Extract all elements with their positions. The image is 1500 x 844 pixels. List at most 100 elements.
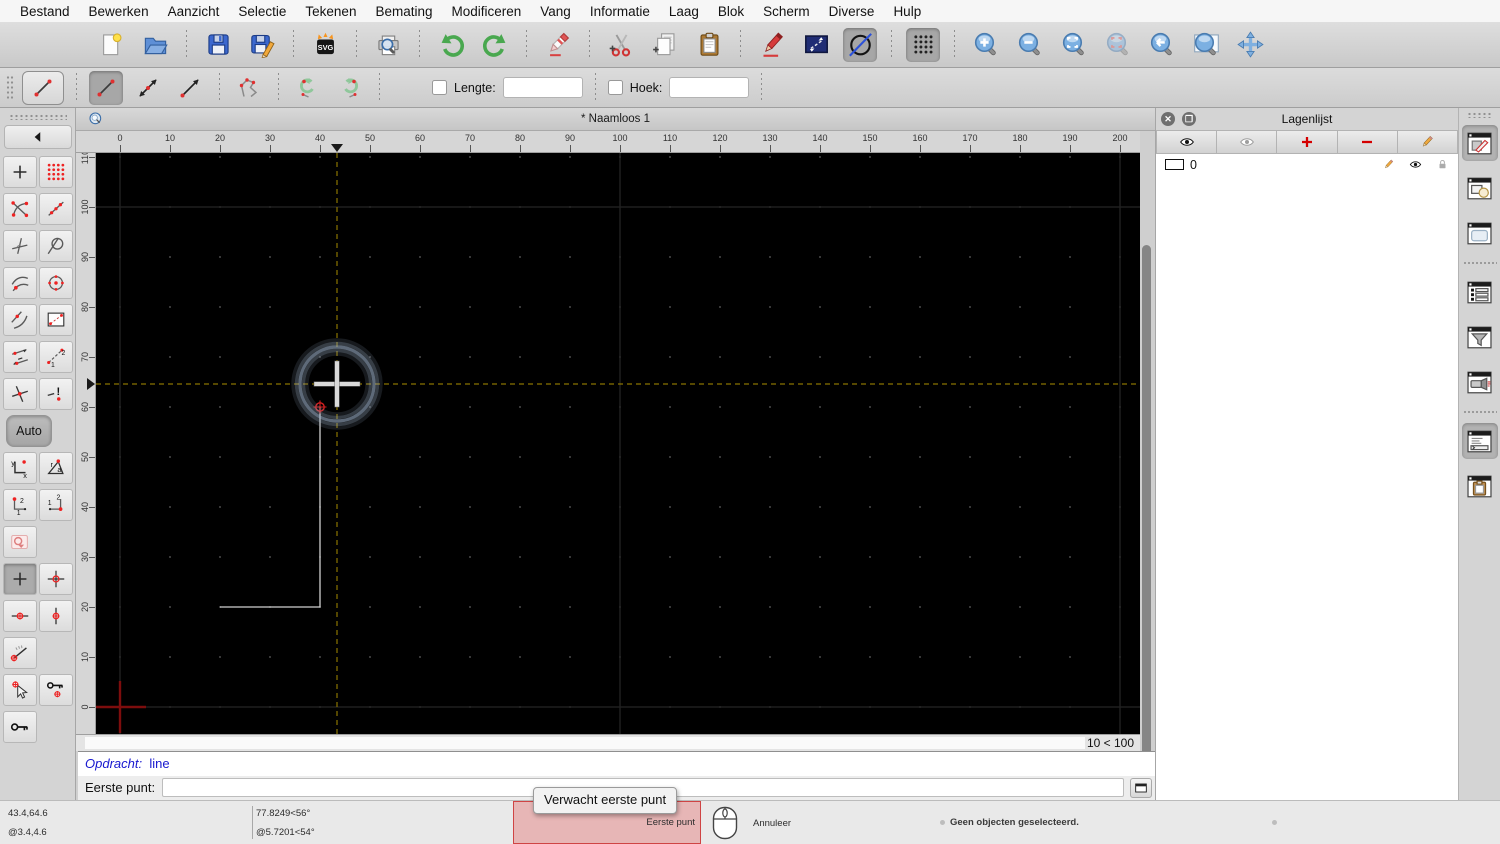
layer-row[interactable]: 0	[1156, 154, 1458, 175]
undo-segment-button[interactable]	[291, 71, 325, 105]
new-document-button[interactable]	[94, 28, 128, 62]
close-panel-button[interactable]: ✕	[1161, 112, 1175, 126]
menu-scherm[interactable]: Scherm	[763, 4, 810, 19]
zoom-out-button[interactable]	[1013, 28, 1047, 62]
snap-intersection-button[interactable]	[3, 378, 37, 410]
set-relative-zero-button[interactable]	[39, 563, 73, 595]
edit-layer-icon[interactable]	[1382, 158, 1395, 171]
snap-tangent-button[interactable]	[39, 230, 73, 262]
lock-zero-button[interactable]	[3, 711, 37, 743]
toggle-library-browser-button[interactable]	[1462, 215, 1498, 251]
menu-diverse[interactable]: Diverse	[829, 4, 875, 19]
copy-button[interactable]	[648, 28, 682, 62]
restrict-orthogonal-yx-button[interactable]: 12	[3, 489, 37, 521]
infinite-line-button[interactable]	[131, 71, 165, 105]
zoom-previous-button[interactable]	[1145, 28, 1179, 62]
polyline-mode-button[interactable]	[232, 71, 266, 105]
menu-bemating[interactable]: Bemating	[375, 4, 432, 19]
menu-modificeren[interactable]: Modificeren	[452, 4, 522, 19]
toggle-view-options-button[interactable]	[1462, 364, 1498, 400]
svg-export-button[interactable]: SVG	[308, 28, 342, 62]
toolbar-drag-handle[interactable]	[6, 74, 14, 101]
restrict-vertical-button[interactable]	[39, 600, 73, 632]
paste-button[interactable]	[692, 28, 726, 62]
layer-lock-icon[interactable]	[1436, 158, 1449, 171]
restrict-off-button[interactable]	[3, 526, 37, 558]
drawing-canvas[interactable]	[96, 153, 1140, 734]
layer-visible-icon[interactable]	[1409, 158, 1422, 171]
snap-reference-button[interactable]	[3, 304, 37, 336]
snap-intersection-manual-button[interactable]: !	[39, 378, 73, 410]
snap-back-button[interactable]	[3, 125, 72, 149]
zoom-in-button[interactable]	[969, 28, 1003, 62]
snap-grid-button[interactable]	[39, 156, 73, 188]
redo-segment-button[interactable]	[333, 71, 367, 105]
snap-auto-button[interactable]: Auto	[6, 415, 52, 447]
snap-on-entity-button[interactable]	[39, 193, 73, 225]
strip-drag-handle[interactable]	[1466, 112, 1493, 118]
toggle-property-editor-button[interactable]	[1462, 274, 1498, 310]
snap-auto-intersection-button[interactable]	[3, 267, 37, 299]
angle-checkbox[interactable]	[607, 80, 623, 95]
hide-all-layers-button[interactable]	[1217, 130, 1278, 154]
snap-coordinate-polar-button[interactable]: ra	[39, 452, 73, 484]
ray-button[interactable]	[173, 71, 207, 105]
zoom-pan-button[interactable]	[1233, 28, 1267, 62]
menu-selectie[interactable]: Selectie	[238, 4, 286, 19]
line-two-points-button[interactable]	[89, 70, 123, 105]
menu-tekenen[interactable]: Tekenen	[305, 4, 356, 19]
redo-button[interactable]	[478, 28, 512, 62]
zoom-selection-button[interactable]	[1101, 28, 1135, 62]
snap-entity-box-button[interactable]	[39, 304, 73, 336]
layer-color-swatch[interactable]	[1165, 159, 1184, 170]
snap-center-button[interactable]	[39, 267, 73, 299]
delete-button[interactable]	[541, 28, 575, 62]
restrict-angle-button[interactable]	[3, 637, 37, 669]
menu-vang[interactable]: Vang	[540, 4, 571, 19]
snap-middle-button[interactable]	[3, 341, 37, 373]
draft-mode-button[interactable]	[843, 27, 877, 62]
menu-aanzicht[interactable]: Aanzicht	[168, 4, 220, 19]
restrict-horizontal-button[interactable]	[3, 600, 37, 632]
menu-bewerken[interactable]: Bewerken	[89, 4, 149, 19]
sidebar-drag-handle[interactable]	[8, 114, 67, 120]
print-preview-button[interactable]	[371, 28, 405, 62]
snap-perpendicular-button[interactable]	[3, 230, 37, 262]
menu-bestand[interactable]: Bestand	[20, 4, 70, 19]
command-options-button[interactable]	[1130, 778, 1152, 798]
lock-relative-zero-button[interactable]	[39, 674, 73, 706]
document-tab-bar[interactable]: * Naamloos 1	[76, 108, 1155, 131]
menu-laag[interactable]: Laag	[669, 4, 699, 19]
save-as-button[interactable]	[245, 28, 279, 62]
float-panel-button[interactable]: ❐	[1182, 112, 1196, 126]
zoom-window-button[interactable]	[1189, 28, 1223, 62]
toggle-command-line-button[interactable]	[1461, 423, 1498, 459]
undo-button[interactable]	[434, 28, 468, 62]
snap-endpoints-button[interactable]	[3, 193, 37, 225]
open-document-button[interactable]	[138, 28, 172, 62]
cut-button[interactable]	[604, 28, 638, 62]
toggle-clipboard-panel-button[interactable]	[1462, 468, 1498, 504]
length-input[interactable]	[502, 77, 583, 98]
menu-informatie[interactable]: Informatie	[590, 4, 650, 19]
toggle-selection-filter-button[interactable]	[1462, 319, 1498, 355]
zoom-auto-button[interactable]	[1057, 28, 1091, 62]
current-tool-button[interactable]	[22, 70, 64, 105]
save-button[interactable]	[201, 28, 235, 62]
show-all-layers-button[interactable]	[1156, 130, 1218, 154]
toggle-block-list-button[interactable]	[1462, 170, 1498, 206]
restrict-orthogonal-xy-button[interactable]: 12	[39, 489, 73, 521]
toggle-layer-list-button[interactable]	[1461, 125, 1498, 161]
angle-input[interactable]	[669, 77, 750, 98]
snap-selection-button[interactable]	[3, 674, 37, 706]
snap-free-button[interactable]	[3, 156, 37, 188]
menu-hulp[interactable]: Hulp	[893, 4, 921, 19]
edit-layer-button[interactable]	[1397, 130, 1459, 154]
grid-toggle-button[interactable]	[906, 27, 940, 62]
length-checkbox[interactable]	[432, 80, 447, 95]
measure-button[interactable]	[799, 28, 833, 62]
vertical-scrollbar[interactable]	[1142, 245, 1151, 768]
add-layer-button[interactable]	[1277, 130, 1338, 154]
snap-distance-button[interactable]: 12	[39, 341, 73, 373]
remove-layer-button[interactable]	[1337, 130, 1398, 154]
